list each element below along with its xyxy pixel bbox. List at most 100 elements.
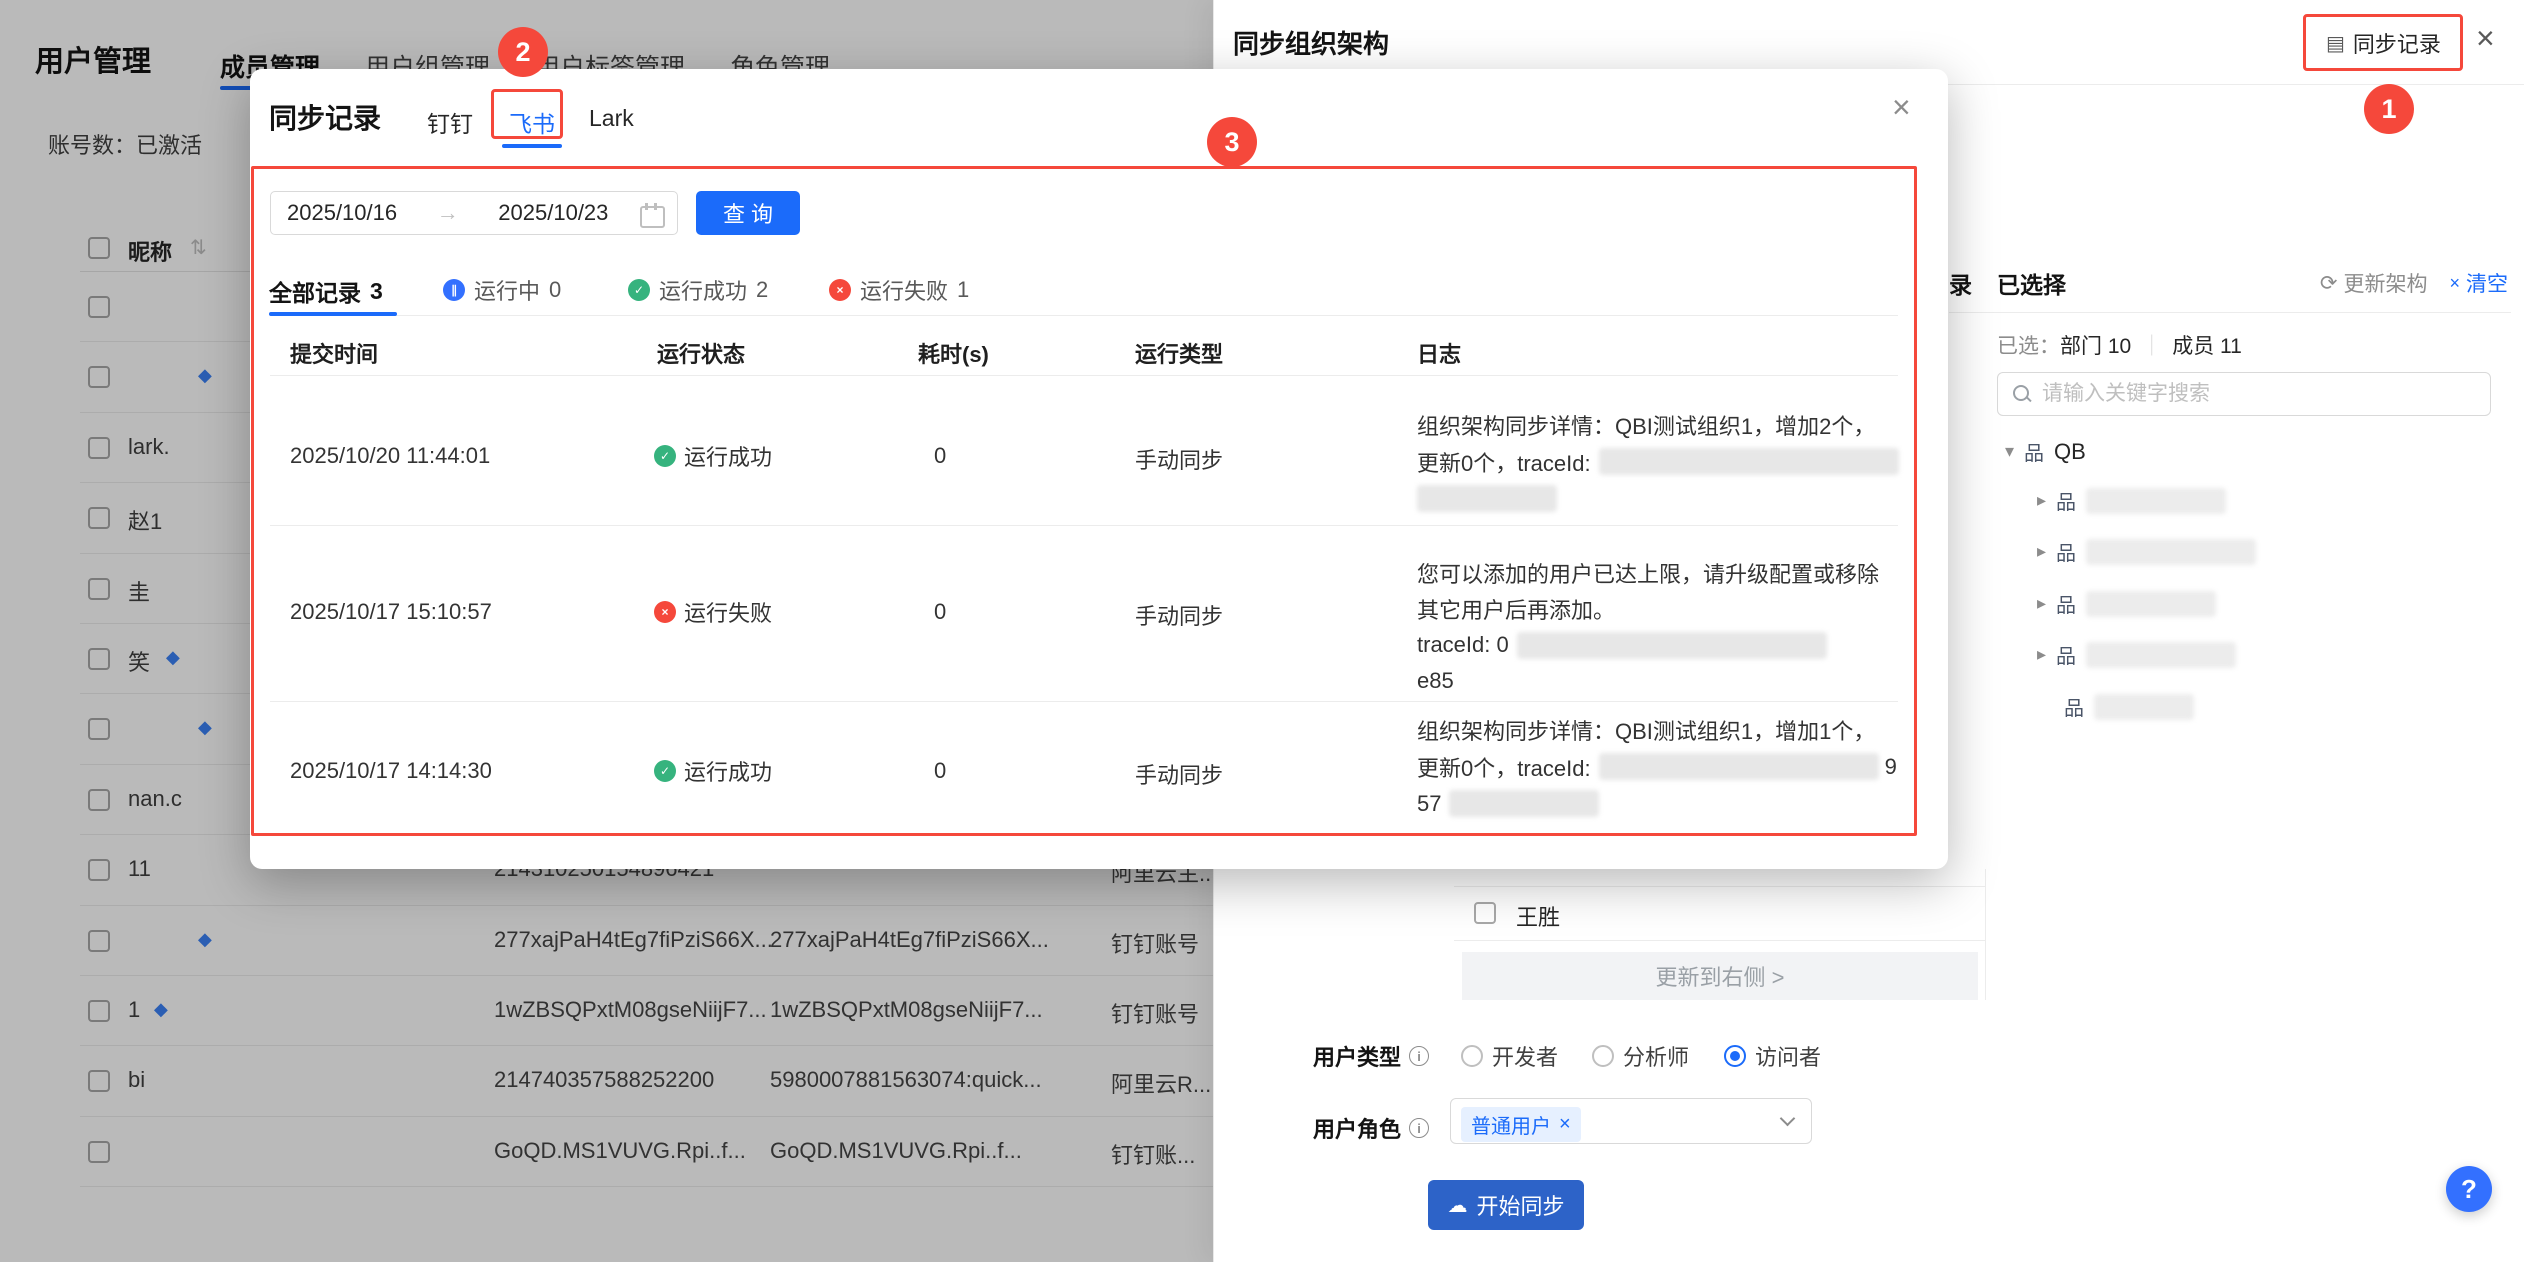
tag-close-icon[interactable]: × bbox=[1559, 1113, 1571, 1136]
redacted-node-name bbox=[2094, 694, 2194, 720]
modal-title: 同步记录 bbox=[269, 97, 381, 137]
info-icon: i bbox=[1409, 1046, 1429, 1066]
active-filter-underline bbox=[269, 312, 397, 316]
radio-developer[interactable]: 开发者 bbox=[1461, 1040, 1558, 1072]
filter-count: 1 bbox=[957, 277, 969, 303]
redacted-node-name bbox=[2086, 642, 2236, 668]
member-list-row[interactable]: 王胜 bbox=[1454, 886, 1985, 941]
user-type-label: 用户类型 i bbox=[1313, 1040, 1429, 1072]
filter-success[interactable]: ✓ 运行成功 2 bbox=[628, 274, 768, 306]
caret-right-icon[interactable]: ▸ bbox=[2037, 490, 2046, 511]
redacted-node-name bbox=[2086, 591, 2216, 617]
filter-count: 3 bbox=[370, 278, 383, 305]
redacted-node-name bbox=[2086, 488, 2226, 514]
col-duration: 耗时(s) bbox=[918, 337, 989, 369]
col-submit-time: 提交时间 bbox=[290, 337, 378, 369]
range-arrow-icon: → bbox=[429, 200, 467, 226]
selected-panel-title: 已选择 bbox=[1997, 266, 2066, 300]
fail-icon: × bbox=[654, 601, 676, 623]
update-structure-button[interactable]: ⟳ 更新架构 bbox=[2320, 268, 2428, 298]
help-button[interactable]: ? bbox=[2446, 1166, 2492, 1212]
success-icon: ✓ bbox=[654, 760, 676, 782]
search-icon bbox=[2012, 384, 2032, 404]
left-panel-title-fragment: 录 bbox=[1949, 266, 1972, 300]
radio-icon[interactable] bbox=[1592, 1045, 1614, 1067]
member-name: 王胜 bbox=[1516, 900, 1560, 932]
annotation-circle-1: 1 bbox=[2364, 84, 2414, 134]
tree-node[interactable]: 品 bbox=[2064, 692, 2194, 721]
query-button[interactable]: 查 询 bbox=[696, 191, 800, 235]
col-log: 日志 bbox=[1417, 337, 1461, 369]
user-role-tag: 普通用户 × bbox=[1461, 1107, 1581, 1142]
row-status: × 运行失败 bbox=[654, 596, 772, 628]
org-icon: 品 bbox=[2024, 437, 2044, 466]
tree-node[interactable]: ▸ 品 bbox=[2037, 537, 2256, 566]
row-duration: 0 bbox=[934, 443, 946, 469]
col-run-status: 运行状态 bbox=[657, 337, 745, 369]
user-role-label: 用户角色 i bbox=[1313, 1112, 1429, 1144]
chevron-down-icon bbox=[1780, 1111, 1796, 1127]
tree-root-node[interactable]: ▾ 品 QB bbox=[2005, 437, 2086, 466]
success-icon: ✓ bbox=[628, 279, 650, 301]
info-icon: i bbox=[1409, 1118, 1429, 1138]
drawer-close-icon[interactable]: × bbox=[2476, 22, 2495, 54]
radio-icon[interactable] bbox=[1461, 1045, 1483, 1067]
tree-node[interactable]: ▸ 品 bbox=[2037, 640, 2236, 669]
update-to-right-button[interactable]: 更新到右侧 > bbox=[1462, 952, 1978, 1000]
org-icon: 品 bbox=[2056, 640, 2076, 669]
running-icon: ∥ bbox=[443, 279, 465, 301]
start-date[interactable]: 2025/10/16 bbox=[287, 200, 397, 226]
filter-all-records[interactable]: 全部记录 3 bbox=[269, 274, 383, 308]
org-icon: 品 bbox=[2056, 537, 2076, 566]
calendar-icon[interactable] bbox=[640, 203, 661, 224]
selected-panel-actions: ⟳ 更新架构 × 清空 bbox=[2320, 268, 2508, 298]
modal-tab-dingtalk[interactable]: 钉钉 bbox=[427, 105, 473, 139]
modal-tab-lark[interactable]: Lark bbox=[589, 105, 634, 132]
filter-count: 0 bbox=[549, 277, 561, 303]
radio-analyst[interactable]: 分析师 bbox=[1592, 1040, 1689, 1072]
screen: 用户管理 成员管理 用户组管理 用户标签管理 角色管理 账号数：已激活 昵称 ⇅… bbox=[0, 0, 2524, 1262]
user-role-select[interactable]: 普通用户 × bbox=[1450, 1098, 1812, 1144]
search-input[interactable] bbox=[2042, 382, 2476, 406]
tree-node[interactable]: ▸ 品 bbox=[2037, 486, 2226, 515]
annotation-circle-3: 3 bbox=[1207, 117, 1257, 167]
fail-icon: × bbox=[829, 279, 851, 301]
clear-button[interactable]: × 清空 bbox=[2449, 268, 2508, 298]
radio-visitor[interactable]: 访问者 bbox=[1724, 1040, 1821, 1072]
filter-failed[interactable]: × 运行失败 1 bbox=[829, 274, 969, 306]
caret-right-icon[interactable]: ▸ bbox=[2037, 541, 2046, 562]
sync-records-label: 同步记录 bbox=[2353, 27, 2441, 59]
redacted-node-name bbox=[2086, 539, 2256, 565]
redacted-trace-id bbox=[1417, 485, 1557, 512]
org-icon: 品 bbox=[2064, 692, 2084, 721]
caret-right-icon[interactable]: ▸ bbox=[2037, 644, 2046, 665]
table-header-divider bbox=[270, 375, 1898, 376]
caret-right-icon[interactable]: ▸ bbox=[2037, 593, 2046, 614]
modal-close-icon[interactable]: × bbox=[1892, 91, 1911, 123]
row-run-type: 手动同步 bbox=[1135, 443, 1223, 475]
row-submit-time: 2025/10/17 15:10:57 bbox=[290, 599, 492, 625]
caret-down-icon[interactable]: ▾ bbox=[2005, 441, 2014, 462]
date-range-picker[interactable]: 2025/10/16 → 2025/10/23 bbox=[270, 191, 678, 235]
sync-records-button[interactable]: ▤ 同步记录 bbox=[2326, 27, 2441, 59]
selected-summary: 已选：部门 10｜成员 11 bbox=[1997, 330, 2242, 360]
start-sync-button[interactable]: ☁ 开始同步 bbox=[1428, 1180, 1584, 1230]
row-duration: 0 bbox=[934, 758, 946, 784]
end-date[interactable]: 2025/10/23 bbox=[498, 200, 608, 226]
modal-tab-feishu[interactable]: 飞书 bbox=[509, 105, 555, 139]
refresh-icon: ⟳ bbox=[2320, 271, 2338, 296]
filter-running[interactable]: ∥ 运行中 0 bbox=[443, 274, 561, 306]
trash-icon: × bbox=[2449, 273, 2460, 294]
row-log: 您可以添加的用户已达上限，请升级配置或移除 其它用户后再添加。 traceId:… bbox=[1417, 555, 1899, 699]
sync-records-modal: 同步记录 钉钉 飞书 Lark × 2025/10/16 → 2025/10/2… bbox=[250, 69, 1948, 869]
redacted-trace-id bbox=[1449, 790, 1599, 817]
radio-icon-selected[interactable] bbox=[1724, 1045, 1746, 1067]
tree-node[interactable]: ▸ 品 bbox=[2037, 589, 2216, 618]
row-submit-time: 2025/10/17 14:14:30 bbox=[290, 758, 492, 784]
filter-divider bbox=[270, 315, 1898, 316]
search-box[interactable] bbox=[1997, 372, 2491, 416]
filter-count: 2 bbox=[756, 277, 768, 303]
member-checkbox[interactable] bbox=[1474, 902, 1496, 924]
active-modal-tab-underline bbox=[502, 144, 562, 148]
redacted-trace-id bbox=[1599, 448, 1899, 475]
